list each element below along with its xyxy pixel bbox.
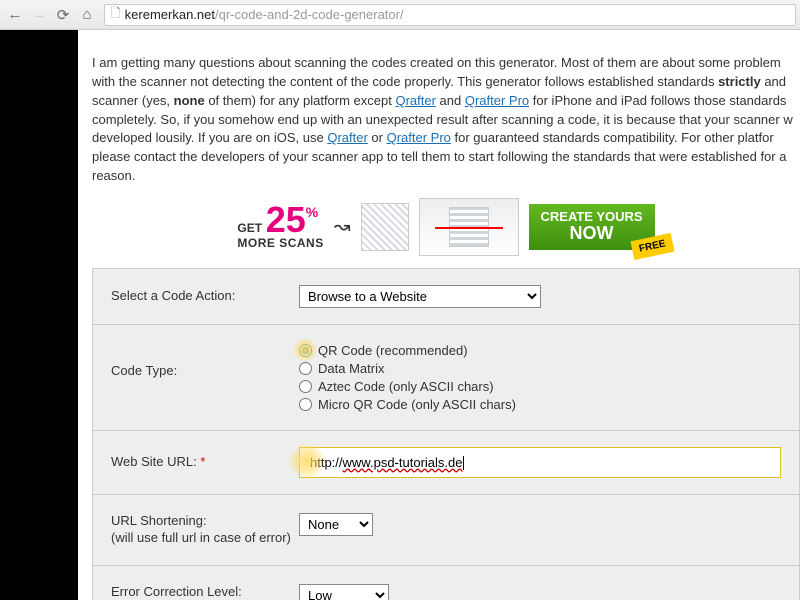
radio-qr-input[interactable] [299, 344, 312, 357]
generator-form: Select a Code Action: Browse to a Websit… [92, 268, 800, 600]
select-code-action[interactable]: Browse to a Website [299, 285, 541, 308]
radio-mq-label: Micro QR Code (only ASCII chars) [318, 397, 516, 412]
radio-dm-input[interactable] [299, 362, 312, 375]
select-error-correction[interactable]: Low [299, 584, 389, 600]
page-icon: 🗋 [111, 4, 121, 25]
intro-text: for iPhone and iPad follows those standa… [529, 93, 786, 108]
intro-text: scanner (yes, [92, 93, 174, 108]
radio-aztec[interactable]: Aztec Code (only ASCII chars) [299, 379, 781, 394]
row-url-shortening: URL Shortening: (will use full url in ca… [93, 495, 799, 566]
url-value-prefix: http:// [310, 455, 343, 470]
banner-pct-text: % [306, 204, 318, 220]
promo-banner: GET 25% MORE SCANS ↝ CREATE YOURS NOW FR… [92, 198, 800, 256]
row-website-url: Web Site URL: * http://www.psd-tutorials… [93, 431, 799, 496]
link-qrafter-pro[interactable]: Qrafter Pro [465, 93, 529, 108]
arrow-icon: ↝ [334, 214, 351, 239]
radio-micro-qr[interactable]: Micro QR Code (only ASCII chars) [299, 397, 781, 412]
label-url-shortening: URL Shortening: (will use full url in ca… [111, 513, 299, 547]
intro-strong: none [174, 93, 205, 108]
label-error-correction: Error Correction Level: (only for regula… [111, 584, 299, 600]
main-content: I am getting many questions about scanni… [78, 30, 800, 600]
url-host: keremerkan.net [125, 7, 215, 22]
radio-qr-label: QR Code (recommended) [318, 343, 468, 358]
label-code-type: Code Type: [111, 343, 299, 380]
banner-left: GET 25% MORE SCANS [237, 204, 323, 250]
reload-button[interactable]: ⟳ [52, 4, 74, 26]
intro-text: for guaranteed standards compatibility. … [451, 130, 774, 145]
back-button[interactable]: ← [4, 4, 26, 26]
home-button[interactable]: ⌂ [76, 4, 98, 26]
radio-mq-input[interactable] [299, 398, 312, 411]
create-text: CREATE YOURS [541, 209, 643, 224]
required-marker: * [200, 454, 205, 469]
label-url-shortening-sub: (will use full url in case of error) [111, 530, 291, 545]
intro-text: developed lousily. If you are on iOS, us… [92, 130, 327, 145]
url-value-domain: www.psd-tutorials.de [343, 455, 463, 470]
now-text: NOW [541, 224, 643, 244]
radio-dm-label: Data Matrix [318, 361, 384, 376]
radio-az-input[interactable] [299, 380, 312, 393]
link-qrafter[interactable]: Qrafter [395, 93, 435, 108]
intro-text: or [368, 130, 387, 145]
forward-button[interactable]: → [28, 4, 50, 26]
browser-toolbar: ← → ⟳ ⌂ 🗋 keremerkan.net /qr-code-and-2d… [0, 0, 800, 30]
create-now-button[interactable]: CREATE YOURS NOW FREE [529, 204, 655, 250]
intro-strong: strictly [718, 74, 761, 89]
label-website-url: Web Site URL: * [111, 454, 299, 471]
label-code-action: Select a Code Action: [111, 288, 299, 305]
radio-data-matrix[interactable]: Data Matrix [299, 361, 781, 376]
intro-text: of them) for any platform except [205, 93, 396, 108]
row-error-correction: Error Correction Level: (only for regula… [93, 566, 799, 600]
intro-text: please contact the developers of your sc… [92, 149, 786, 164]
intro-paragraph: I am getting many questions about scanni… [92, 54, 800, 186]
select-url-shortening[interactable]: None [299, 513, 373, 536]
banner-25-text: 25 [266, 199, 306, 240]
radio-az-label: Aztec Code (only ASCII chars) [318, 379, 494, 394]
url-bar[interactable]: 🗋 keremerkan.net /qr-code-and-2d-code-ge… [104, 4, 796, 26]
banner-more-text: MORE SCANS [237, 236, 323, 250]
row-code-type: Code Type: QR Code (recommended) Data Ma… [93, 325, 799, 431]
qr-thumb-icon [361, 203, 409, 251]
intro-text: with the scanner not detecting the conte… [92, 74, 718, 89]
intro-text: reason. [92, 168, 135, 183]
url-path: /qr-code-and-2d-code-generator/ [215, 7, 404, 22]
row-code-action: Select a Code Action: Browse to a Websit… [93, 269, 799, 325]
phone-thumb-icon [419, 198, 519, 256]
radio-group-code-type: QR Code (recommended) Data Matrix Aztec … [299, 343, 781, 412]
left-sidebar [0, 30, 78, 600]
intro-text: completely. So, if you somehow end up wi… [92, 112, 793, 127]
intro-text: and [761, 74, 786, 89]
intro-text: and [436, 93, 465, 108]
link-qrafter-pro[interactable]: Qrafter Pro [387, 130, 451, 145]
text-cursor-icon [463, 456, 464, 470]
radio-qr-code[interactable]: QR Code (recommended) [299, 343, 781, 358]
link-qrafter[interactable]: Qrafter [327, 130, 367, 145]
banner-get-text: GET [237, 221, 262, 235]
intro-text: I am getting many questions about scanni… [92, 55, 781, 70]
input-website-url[interactable]: http://www.psd-tutorials.de [299, 447, 781, 479]
